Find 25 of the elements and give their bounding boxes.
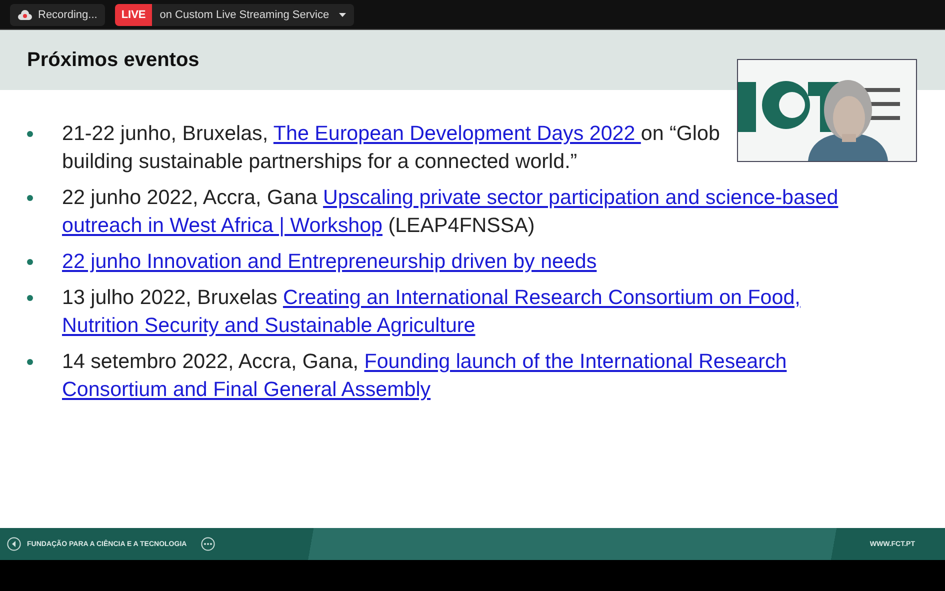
caret-icon [339, 12, 346, 16]
bullet-icon [27, 259, 33, 265]
event-link[interactable]: Nutrition Security and Sustainable Agriculture [62, 314, 476, 337]
recording-button[interactable]: Recording... [10, 4, 106, 26]
bullet-icon [27, 359, 33, 365]
event-item: 13 julho 2022, Bruxelas Creating an International Research Consortium on Food, Nutrition Security and Sustainable Agriculture [62, 285, 800, 339]
event-link[interactable]: The European Development Days 2022 [273, 122, 641, 145]
more-icon[interactable] [200, 537, 215, 551]
live-badge: LIVE [115, 4, 152, 26]
event-link[interactable]: 22 junho Innovation and Entrepreneurship driven by needs [62, 250, 597, 273]
event-link[interactable]: Upscaling private sector participation and science-based [323, 186, 838, 209]
bullet-icon [27, 131, 33, 137]
bullet-icon [27, 195, 33, 201]
event-link[interactable]: Creating an International Research Consortium on Food, [282, 286, 800, 309]
live-stream-button[interactable]: LIVE on Custom Live Streaming Service [115, 4, 354, 26]
event-link[interactable]: Consortium and Final General Assembly [62, 378, 431, 401]
event-item: 14 setembro 2022, Accra, Gana, Founding launch of the International Research Consortium and Final General Assembly [62, 349, 787, 403]
event-item: 21-22 junho, Bruxelas, The European Development Days 2022 on “Glob building sustainable partnerships for a connected world.” [62, 121, 720, 175]
event-link[interactable]: Founding launch of the International Research [364, 350, 787, 373]
bullet-icon [27, 295, 33, 301]
event-item: 22 junho 2022, Accra, Gana Upscaling private sector participation and science-based outreach in West Africa | Workshop (LEAP4FNSSA) [62, 185, 838, 239]
event-link[interactable]: outreach in West Africa | Workshop [62, 214, 382, 237]
slide-title: Próximos eventos [27, 48, 200, 72]
cloud-icon [18, 10, 32, 20]
previous-icon[interactable] [7, 537, 21, 551]
